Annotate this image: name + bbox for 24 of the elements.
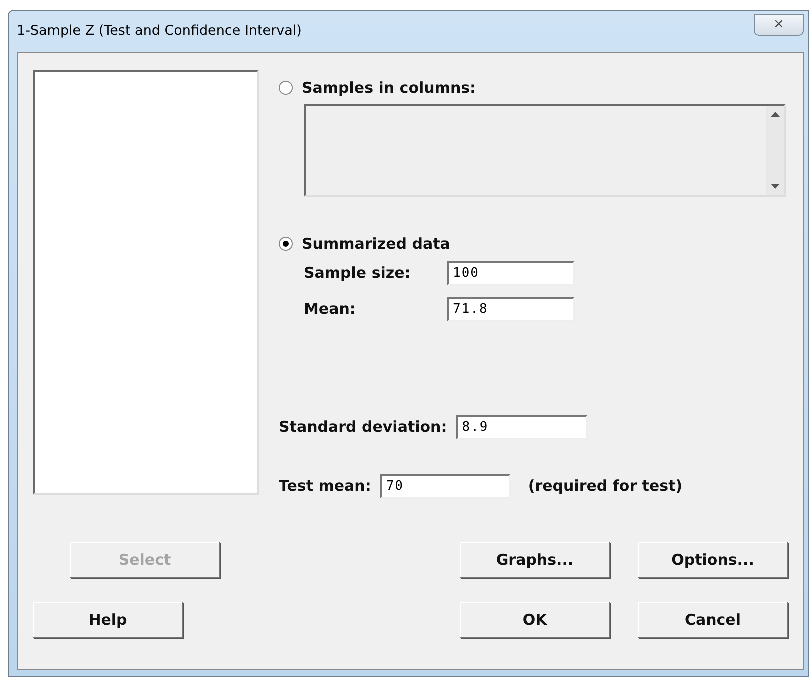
radio-label[interactable]: Summarized data (302, 232, 450, 255)
close-button[interactable]: ⨯ (754, 14, 804, 36)
dialog-button[interactable]: Cancel (638, 602, 788, 638)
field-label: Standard deviation: (279, 417, 448, 438)
dialog-button[interactable]: Graphs... (460, 542, 610, 578)
radio-button[interactable] (279, 236, 293, 251)
scroll-bar[interactable] (766, 106, 784, 194)
radio-button[interactable] (279, 81, 293, 96)
window-title: 1-Sample Z (Test and Confidence Interval) (17, 22, 302, 42)
columns-field[interactable] (304, 104, 786, 196)
input-field[interactable]: 70 (380, 474, 512, 499)
field-label: Mean: (304, 299, 357, 320)
input-field[interactable]: 100 (447, 261, 575, 286)
scroll-down-icon (770, 184, 780, 188)
input-field[interactable]: 8.9 (456, 415, 588, 440)
scroll-up-icon (770, 112, 780, 116)
dialog-button[interactable]: Options... (638, 542, 788, 578)
input-field[interactable]: 71.8 (447, 297, 575, 322)
dialog-button[interactable]: OK (460, 602, 610, 638)
hint-text: (required for test) (528, 476, 683, 498)
radio-label[interactable]: Samples in columns: (302, 77, 476, 100)
field-label: Sample size: (304, 263, 412, 284)
dialog-button[interactable]: Help (33, 602, 183, 638)
field-label: Test mean: (279, 476, 372, 498)
